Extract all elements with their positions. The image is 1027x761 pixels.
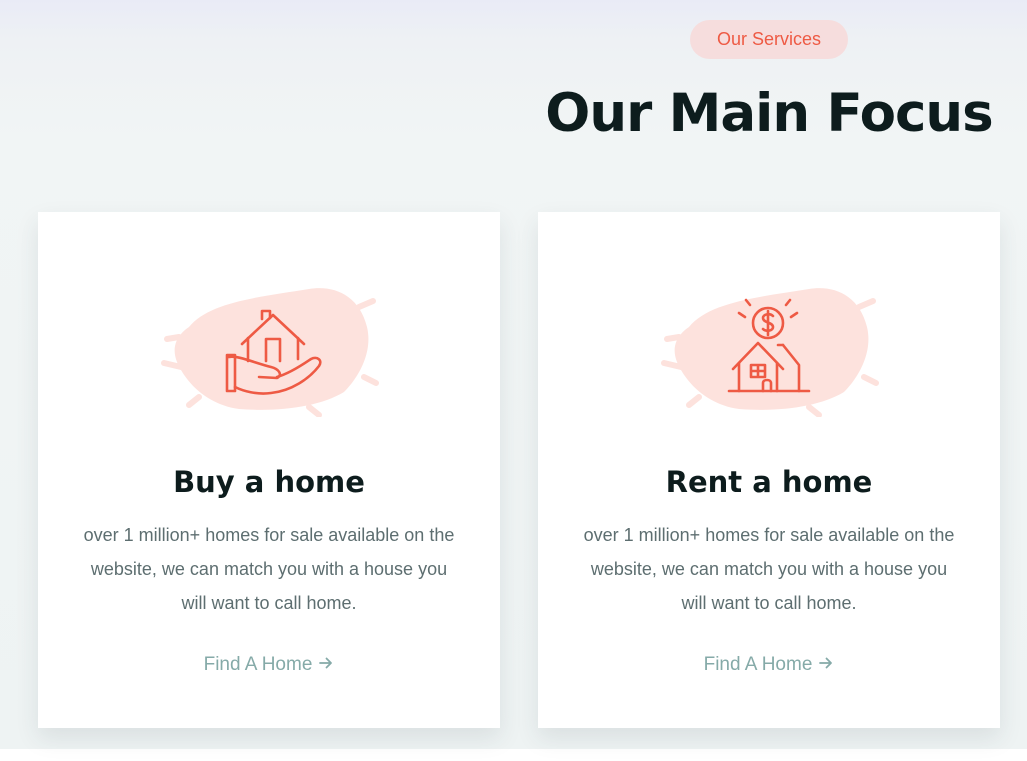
card-description: over 1 million+ homes for sale available…: [83, 525, 455, 613]
services-section: Our Services Our Main Focus Buy a home o…: [0, 0, 1027, 749]
section-badge: Our Services: [690, 20, 848, 59]
service-card-rent: Rent a home over 1 million+ homes for sa…: [538, 212, 1000, 728]
section-title: Our Main Focus: [545, 83, 993, 144]
card-description: over 1 million+ homes for sale available…: [583, 525, 955, 613]
find-a-home-link[interactable]: Find A Home: [538, 650, 1000, 680]
link-label[interactable]: Find A Home: [704, 654, 813, 675]
link-label[interactable]: Find A Home: [204, 654, 313, 675]
service-card-buy: Buy a home over 1 million+ homes for sal…: [38, 212, 500, 728]
card-title: Buy a home: [173, 465, 365, 499]
find-a-home-link[interactable]: Find A Home: [38, 650, 500, 680]
hand-house-icon: [159, 267, 379, 417]
house-dollar-icon: [659, 267, 879, 417]
card-title: Rent a home: [665, 465, 873, 499]
arrow-right-icon: [318, 655, 334, 671]
arrow-right-icon: [818, 655, 834, 671]
